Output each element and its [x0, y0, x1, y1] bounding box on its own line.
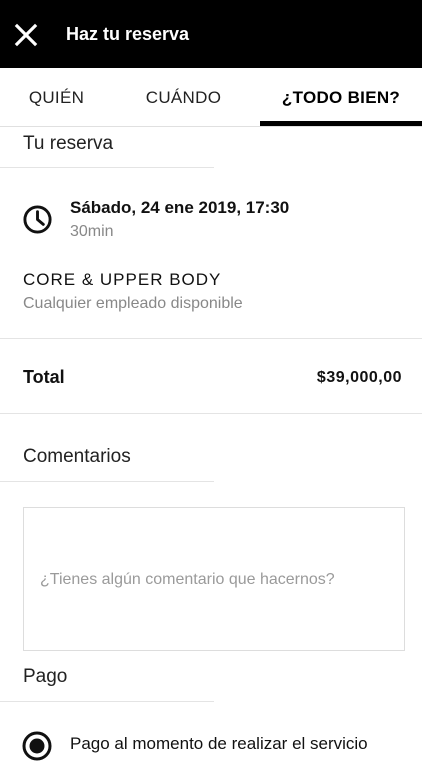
service-employee: Cualquier empleado disponible	[23, 295, 243, 312]
tab-quien[interactable]: QUIÉN	[0, 68, 113, 126]
comments-section-title: Comentarios	[23, 446, 131, 467]
close-button[interactable]	[10, 19, 42, 51]
section-divider	[0, 701, 214, 702]
payment-option-label[interactable]: Pago al momento de realizar el servicio	[70, 734, 368, 754]
comments-input[interactable]	[23, 507, 405, 651]
payment-radio-button[interactable]	[21, 730, 53, 762]
total-value: $39,000,00	[316, 369, 402, 386]
reservation-duration: 30min	[70, 223, 114, 240]
service-name: CORE & UPPER BODY	[23, 270, 222, 289]
app-header: Haz tu reserva	[0, 0, 422, 68]
page-title: Haz tu reserva	[66, 24, 190, 44]
section-divider	[0, 481, 214, 482]
active-tab-indicator	[260, 121, 422, 126]
section-divider	[0, 338, 422, 339]
step-tabs: QUIÉN CUÁNDO ¿TODO BIEN?	[0, 68, 422, 127]
tab-todo-bien[interactable]: ¿TODO BIEN?	[260, 68, 422, 126]
total-label: Total	[23, 367, 65, 387]
close-icon	[14, 23, 38, 47]
tab-cuando[interactable]: CUÁNDO	[113, 68, 254, 126]
clock-icon	[23, 205, 52, 234]
payment-section-title: Pago	[23, 666, 68, 687]
section-divider	[0, 167, 214, 168]
reservation-datetime: Sábado, 24 ene 2019, 17:30	[70, 198, 290, 217]
reservation-section-title: Tu reserva	[23, 133, 114, 154]
section-divider	[0, 413, 422, 414]
